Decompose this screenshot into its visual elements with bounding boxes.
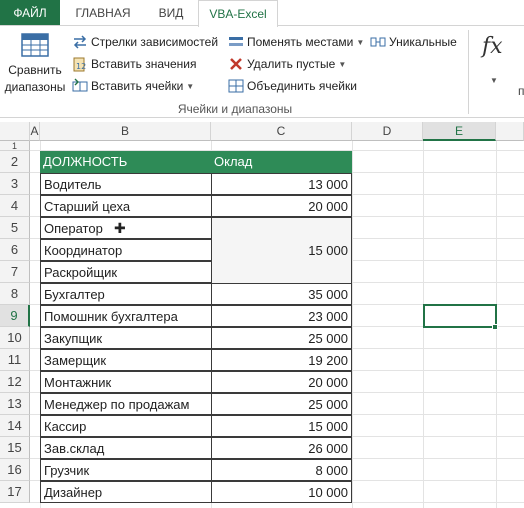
row-header-7[interactable]: 7 [0,261,30,283]
table-cell-position[interactable]: Оператор [40,217,212,239]
table-cell-position[interactable]: Раскройщик [40,261,212,283]
table-cell-position[interactable]: Грузчик [40,459,212,481]
tab-home[interactable]: ГЛАВНАЯ [62,0,144,26]
selected-cell-e9[interactable] [423,304,497,328]
merge-cells-icon [228,79,244,93]
unique-label: Уникальные [389,35,457,49]
table-cell-position[interactable]: Дизайнер [40,481,212,503]
row-header-10[interactable]: 10 [0,327,30,349]
column-header-e[interactable]: E [423,122,496,141]
table-cell-position[interactable]: Координатор [40,239,212,261]
compare-ranges-button[interactable]: Сравнить диапазоны [4,32,66,96]
insert-cells-label: Вставить ячейки [91,79,184,93]
paste-values-label: Вставить значения [91,57,197,71]
table-cell-position[interactable]: Старший цеха [40,195,212,217]
insert-cells-button[interactable]: Вставить ячейки ▼ [72,76,194,96]
row-header-4[interactable]: 4 [0,195,30,217]
table-cell-salary[interactable]: 26 000 [211,437,352,459]
row-header-17[interactable]: 17 [0,481,30,503]
table-cell-salary[interactable]: 25 000 [211,327,352,349]
delete-empty-label: Удалить пустые [247,57,336,71]
row-header-12[interactable]: 12 [0,371,30,393]
table-cell-salary[interactable]: 13 000 [211,173,352,195]
paste-values-icon: 12 [73,57,86,72]
table-icon [21,33,49,57]
column-header-b[interactable]: B [40,122,211,141]
ribbon-group-label: Ячейки и диапазоны [177,102,293,116]
header-cell-salary[interactable]: Оклад [211,151,352,173]
select-all-corner[interactable] [0,122,30,141]
swap-button[interactable]: Поменять местами ▼ [228,32,364,52]
table-cell-position[interactable]: Водитель [40,173,212,195]
delete-icon [230,58,242,70]
compare-label-line2: диапазоны [4,80,66,94]
truncated-ribbon-text: п [518,84,524,98]
table-cell-position[interactable]: Монтажник [40,371,212,393]
table-cell-salary[interactable]: 20 000 [211,195,352,217]
table-cell-salary[interactable]: 35 000 [211,283,352,305]
dependency-arrows-button[interactable]: Стрелки зависимостей [72,32,218,52]
table-cell-position[interactable]: Закупщик [40,327,212,349]
table-cell-position[interactable]: Менеджер по продажам [40,393,212,415]
ribbon-panel: Сравнить диапазоны Стрелки зависимостей … [0,26,524,118]
unique-icon [370,37,386,47]
row-header-14[interactable]: 14 [0,415,30,437]
paste-values-button[interactable]: 12 Вставить значения [72,54,197,74]
merged-salary-cell[interactable]: 15 000 [211,217,352,284]
ribbon-tabs: ФАЙЛ ГЛАВНАЯ ВИД VBA-Excel [0,0,524,27]
table-cell-salary[interactable]: 19 200 [211,349,352,371]
chevron-down-icon: ▼ [338,59,347,69]
row-header-2[interactable]: 2 [0,151,30,173]
ribbon-separator [468,30,469,114]
table-cell-position[interactable]: Кассир [40,415,212,437]
tab-view[interactable]: ВИД [148,0,194,26]
swap-label: Поменять местами [247,35,354,49]
column-header-c[interactable]: C [211,122,352,141]
column-header-a[interactable]: A [30,122,40,141]
tab-vba-excel[interactable]: VBA-Excel [198,0,278,27]
header-cell-position[interactable]: ДОЛЖНОСТЬ [40,151,211,173]
table-cell-salary[interactable]: 10 000 [211,481,352,503]
table-cell-salary[interactable]: 23 000 [211,305,352,327]
merge-cells-button[interactable]: Объединить ячейки [228,76,357,96]
row-header-3[interactable]: 3 [0,173,30,195]
row-header-13[interactable]: 13 [0,393,30,415]
row-header-8[interactable]: 8 [0,283,30,305]
compare-label-line1: Сравнить [8,63,62,77]
delete-empty-button[interactable]: Удалить пустые ▼ [228,54,346,74]
row-header-11[interactable]: 11 [0,349,30,371]
table-cell-salary[interactable]: 20 000 [211,371,352,393]
arrows-icon [73,35,87,49]
fx-icon[interactable]: fx [482,34,503,59]
table-cell-salary[interactable]: 15 000 [211,415,352,437]
merge-cells-label: Объединить ячейки [247,79,357,93]
chevron-down-icon[interactable]: ▼ [490,76,498,85]
row-header-5[interactable]: 5 [0,217,30,239]
row-header-15[interactable]: 15 [0,437,30,459]
fill-handle[interactable] [492,324,498,330]
chevron-down-icon: ▼ [356,37,365,47]
column-header-f[interactable] [496,122,524,141]
svg-text:12: 12 [76,62,86,71]
unique-button[interactable]: Уникальные [370,32,457,52]
grid-line [352,141,353,508]
row-header-9[interactable]: 9 [0,305,30,327]
column-header-d[interactable]: D [352,122,423,141]
table-cell-salary[interactable]: 8 000 [211,459,352,481]
table-cell-position[interactable]: Бухгалтер [40,283,212,305]
table-cell-position[interactable]: Зав.склад [40,437,212,459]
swap-icon [229,37,243,46]
table-cell-position[interactable]: Замерщик [40,349,212,371]
table-cell-position[interactable]: Помошник бухгалтера [40,305,212,327]
row-header-6[interactable]: 6 [0,239,30,261]
row-header-1[interactable]: 1 [0,141,30,151]
table-cell-salary[interactable]: 25 000 [211,393,352,415]
tab-file[interactable]: ФАЙЛ [0,0,60,26]
chevron-down-icon: ▼ [186,81,195,91]
row-header-16[interactable]: 16 [0,459,30,481]
insert-cells-icon [72,78,88,92]
cursor-cross-icon: ✚ [114,220,126,236]
dependency-arrows-label: Стрелки зависимостей [91,35,219,49]
